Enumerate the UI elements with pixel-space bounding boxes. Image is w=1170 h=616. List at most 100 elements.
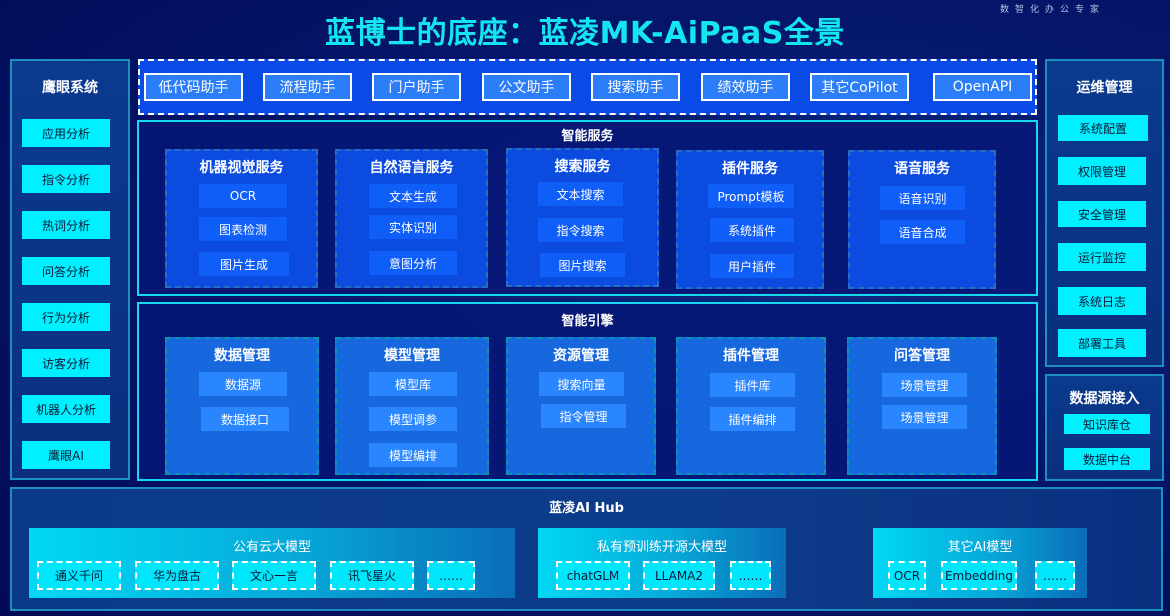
copilot-button-document[interactable]: 公文助手 <box>482 73 571 101</box>
brand-slogan: 数智化办公专家 <box>1000 5 1106 15</box>
model-item[interactable]: 华为盘古 <box>135 561 219 590</box>
engine-group-resource: 资源管理 搜索向量 指令管理 <box>506 337 656 475</box>
service-item[interactable]: OCR <box>199 184 287 208</box>
model-item-more[interactable]: …… <box>427 561 475 590</box>
eagle-eye-item[interactable]: 访客分析 <box>22 349 110 377</box>
ops-panel: 运维管理 系统配置 权限管理 安全管理 运行监控 系统日志 部署工具 <box>1045 59 1164 367</box>
service-item[interactable]: 意图分析 <box>369 251 457 275</box>
datasource-item[interactable]: 知识库仓 <box>1064 414 1150 434</box>
eagle-eye-item[interactable]: 应用分析 <box>22 119 110 147</box>
service-item[interactable]: 文本搜索 <box>538 182 623 206</box>
engine-item[interactable]: 数据接口 <box>201 407 289 431</box>
eagle-eye-item[interactable]: 鹰眼AI <box>22 441 110 469</box>
eagle-eye-panel: 鹰眼系统 应用分析 指令分析 热词分析 问答分析 行为分析 访客分析 机器人分析… <box>10 59 130 480</box>
model-item-more[interactable]: …… <box>1035 561 1075 590</box>
engine-group-title: 插件管理 <box>723 348 779 364</box>
eagle-eye-item[interactable]: 行为分析 <box>22 303 110 331</box>
copilot-button-workflow[interactable]: 流程助手 <box>263 73 352 101</box>
engine-item[interactable]: 场景管理 <box>882 405 967 429</box>
engine-group-qa: 问答管理 场景管理 场景管理 <box>847 337 997 475</box>
model-group-public-cloud: 公有云大模型 通义千问 华为盘古 文心一言 讯飞星火 …… <box>29 528 515 598</box>
service-group-search: 搜索服务 文本搜索 指令搜索 图片搜索 <box>506 148 659 287</box>
eagle-eye-item[interactable]: 指令分析 <box>22 165 110 193</box>
engine-group-title: 问答管理 <box>894 348 950 364</box>
ops-item[interactable]: 系统配置 <box>1058 115 1148 141</box>
smart-engine-title: 智能引擎 <box>561 314 614 329</box>
model-item[interactable]: 通义千问 <box>37 561 121 590</box>
engine-item[interactable]: 模型库 <box>369 372 457 396</box>
ops-item[interactable]: 部署工具 <box>1058 329 1146 357</box>
ops-panel-title: 运维管理 <box>1076 80 1133 96</box>
model-item-more[interactable]: …… <box>730 561 771 590</box>
eagle-eye-item[interactable]: 问答分析 <box>22 257 110 285</box>
service-item[interactable]: 系统插件 <box>710 218 794 242</box>
copilot-button-search[interactable]: 搜索助手 <box>591 73 680 101</box>
model-item[interactable]: 讯飞星火 <box>330 561 414 590</box>
datasource-panel-title: 数据源接入 <box>1069 391 1140 407</box>
model-group-other-ai: 其它AI模型 OCR Embedding …… <box>873 528 1087 598</box>
engine-item[interactable]: 数据源 <box>199 372 287 396</box>
service-item[interactable]: 实体识别 <box>369 215 457 239</box>
model-item[interactable]: 文心一言 <box>232 561 316 590</box>
eagle-eye-panel-title: 鹰眼系统 <box>42 80 98 96</box>
engine-item[interactable]: 模型编排 <box>369 443 457 467</box>
service-item[interactable]: 语音合成 <box>880 220 965 244</box>
service-item[interactable]: 图表检测 <box>199 217 287 241</box>
datasource-item[interactable]: 数据中台 <box>1064 448 1150 470</box>
copilot-button-lowcode[interactable]: 低代码助手 <box>144 73 243 101</box>
service-item[interactable]: 文本生成 <box>369 184 457 208</box>
ops-item[interactable]: 安全管理 <box>1058 201 1146 227</box>
engine-group-data: 数据管理 数据源 数据接口 <box>165 337 319 475</box>
copilot-button-performance[interactable]: 绩效助手 <box>701 73 790 101</box>
service-item[interactable]: 用户插件 <box>710 254 794 278</box>
engine-group-plugin: 插件管理 插件库 插件编排 <box>676 337 826 475</box>
engine-item[interactable]: 指令管理 <box>541 404 626 428</box>
service-item[interactable]: 指令搜索 <box>538 218 623 242</box>
service-item[interactable]: 图片生成 <box>199 252 289 276</box>
ops-item[interactable]: 系统日志 <box>1058 287 1146 315</box>
engine-item[interactable]: 模型调参 <box>369 407 457 431</box>
engine-item[interactable]: 场景管理 <box>882 373 967 397</box>
service-item[interactable]: Prompt模板 <box>708 184 794 208</box>
smart-services-panel: 智能服务 机器视觉服务 OCR 图表检测 图片生成 自然语言服务 文本生成 实体… <box>137 120 1038 296</box>
service-group-plugin: 插件服务 Prompt模板 系统插件 用户插件 <box>676 150 824 289</box>
service-group-title: 插件服务 <box>722 161 778 177</box>
copilot-button-openapi[interactable]: OpenAPI <box>933 73 1032 101</box>
model-group-title: 其它AI模型 <box>947 540 1013 555</box>
model-group-private-open-source: 私有预训练开源大模型 chatGLM LLAMA2 …… <box>538 528 786 598</box>
service-group-voice: 语音服务 语音识别 语音合成 <box>848 150 996 289</box>
model-item[interactable]: Embedding <box>941 561 1017 590</box>
model-item[interactable]: OCR <box>888 561 926 590</box>
engine-group-title: 数据管理 <box>214 348 270 364</box>
model-group-title: 公有云大模型 <box>232 540 311 555</box>
engine-group-title: 模型管理 <box>384 348 440 364</box>
service-item[interactable]: 语音识别 <box>880 186 965 210</box>
service-group-title: 自然语言服务 <box>369 160 454 176</box>
service-group-title: 机器视觉服务 <box>199 160 284 176</box>
engine-item[interactable]: 插件库 <box>710 373 795 397</box>
engine-item[interactable]: 搜索向量 <box>539 372 624 396</box>
copilot-bar: 低代码助手 流程助手 门户助手 公文助手 搜索助手 绩效助手 其它CoPilot… <box>138 59 1037 115</box>
ai-hub-title: 蓝凌AI Hub <box>549 501 624 516</box>
copilot-button-portal[interactable]: 门户助手 <box>372 73 461 101</box>
engine-group-model: 模型管理 模型库 模型调参 模型编排 <box>335 337 489 475</box>
service-group-title: 搜索服务 <box>554 159 611 175</box>
smart-engine-panel: 智能引擎 数据管理 数据源 数据接口 模型管理 模型库 模型调参 模型编排 资源… <box>137 302 1038 481</box>
smart-services-title: 智能服务 <box>561 129 614 144</box>
ops-item[interactable]: 权限管理 <box>1058 157 1146 185</box>
service-group-vision: 机器视觉服务 OCR 图表检测 图片生成 <box>165 149 318 288</box>
datasource-panel: 数据源接入 知识库仓 数据中台 <box>1045 374 1164 481</box>
model-group-title: 私有预训练开源大模型 <box>596 540 727 555</box>
service-item[interactable]: 图片搜索 <box>540 253 625 277</box>
eagle-eye-item[interactable]: 热词分析 <box>22 211 110 239</box>
ops-item[interactable]: 运行监控 <box>1058 243 1146 271</box>
service-group-title: 语音服务 <box>894 161 950 177</box>
model-item[interactable]: LLAMA2 <box>643 561 715 590</box>
model-item[interactable]: chatGLM <box>556 561 630 590</box>
copilot-button-other[interactable]: 其它CoPilot <box>810 73 909 101</box>
ai-hub-panel: 蓝凌AI Hub 公有云大模型 通义千问 华为盘古 文心一言 讯飞星火 …… 私… <box>10 487 1163 611</box>
engine-item[interactable]: 插件编排 <box>710 407 795 431</box>
engine-group-title: 资源管理 <box>553 348 609 364</box>
eagle-eye-item[interactable]: 机器人分析 <box>22 395 110 423</box>
service-group-nlp: 自然语言服务 文本生成 实体识别 意图分析 <box>335 149 488 288</box>
